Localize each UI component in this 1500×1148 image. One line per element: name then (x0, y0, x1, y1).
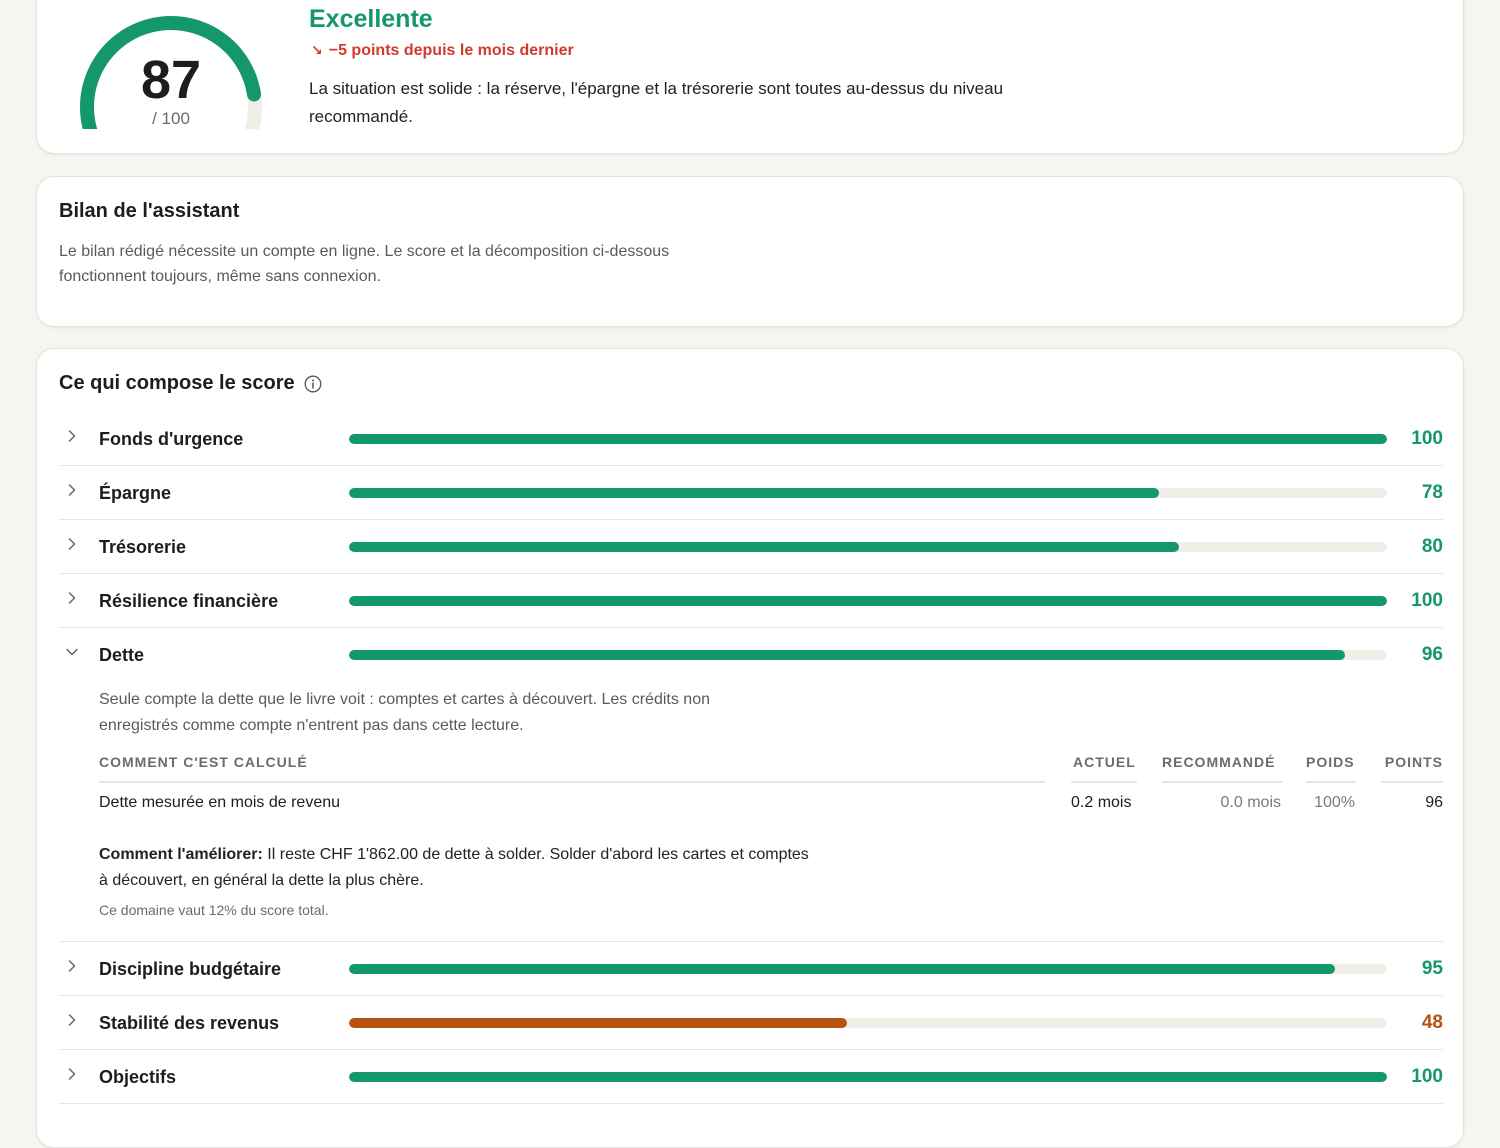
detail-metric: Dette mesurée en mois de revenu (99, 794, 341, 811)
header-underline (1162, 781, 1282, 783)
breakdown-row-resilience-financiere[interactable]: Résilience financière 100 (59, 574, 1443, 628)
header-weight: POIDS (1306, 754, 1355, 770)
detail-points: 96 (1425, 794, 1443, 811)
progress-track (349, 596, 1387, 606)
score-card: 87 / 100 Excellente ↘ −5 points depuis le… (36, 0, 1464, 154)
header-underline (1306, 781, 1356, 783)
chevron-right-icon[interactable] (65, 591, 79, 605)
score-trend: ↘ −5 points depuis le mois dernier (311, 42, 574, 59)
breakdown-row-stabilite-des-revenus[interactable]: Stabilité des revenus 48 (59, 996, 1443, 1050)
chevron-right-icon[interactable] (65, 1013, 79, 1027)
detail-weight: 100% (1314, 794, 1355, 811)
row-label: Trésorerie (99, 537, 187, 557)
progress-fill (349, 488, 1159, 498)
weight-note: Ce domaine vaut 12% du score total. (99, 902, 329, 918)
divider (59, 1103, 1443, 1104)
breakdown-row-objectifs[interactable]: Objectifs 100 (59, 1050, 1443, 1104)
chevron-down-icon[interactable] (65, 645, 79, 659)
header-recommended: RECOMMANDÉ (1162, 754, 1276, 770)
breakdown-row-tresorerie[interactable]: Trésorerie 80 (59, 520, 1443, 574)
breakdown-row-discipline-budgetaire[interactable]: Discipline budgétaire 95 (59, 942, 1443, 996)
header-current: ACTUEL (1073, 754, 1136, 770)
row-label: Fonds d'urgence (99, 429, 244, 449)
row-score: 96 (1421, 644, 1443, 665)
detail-current: 0.2 mois (1071, 794, 1132, 811)
header-points: POINTS (1384, 754, 1443, 770)
progress-fill (349, 434, 1387, 444)
row-score: 100 (1411, 1066, 1443, 1087)
progress-track (349, 650, 1387, 660)
improve-tip: Comment l'améliorer: Il reste CHF 1'862.… (99, 846, 809, 889)
row-score: 95 (1421, 958, 1443, 979)
detail-description: Seule compte la dette que le livre voit … (99, 691, 710, 734)
header-underline (1381, 781, 1443, 783)
progress-fill (349, 1018, 848, 1028)
breakdown-row-fonds-d-urgence[interactable]: Fonds d'urgence 100 (59, 412, 1443, 466)
progress-fill (349, 596, 1387, 606)
progress-track (349, 964, 1387, 974)
breakdown-row-epargne[interactable]: Épargne 78 (59, 466, 1443, 520)
row-label: Épargne (99, 483, 172, 503)
row-label: Discipline budgétaire (99, 959, 282, 979)
divider (59, 941, 1443, 942)
chevron-right-icon[interactable] (65, 537, 79, 551)
row-label: Résilience financière (99, 591, 279, 611)
row-score: 100 (1411, 590, 1443, 611)
assistant-title: Bilan de l'assistant (59, 200, 240, 222)
chevron-right-icon[interactable] (65, 1067, 79, 1081)
debt-detail-panel: Seule compte la dette que le livre voit … (59, 681, 1443, 942)
score-rating: Excellente (309, 5, 433, 33)
progress-track (349, 542, 1387, 552)
progress-fill (349, 650, 1346, 660)
progress-track (349, 1018, 1387, 1028)
header-underline (99, 781, 1045, 783)
score-value: 87 (140, 50, 202, 110)
chevron-right-icon[interactable] (65, 483, 79, 497)
progress-track (349, 488, 1387, 498)
progress-track (349, 434, 1387, 444)
breakdown-row-dette[interactable]: Dette 96 (59, 628, 1443, 682)
header-calc: COMMENT C'EST CALCULÉ (99, 754, 308, 770)
row-label: Stabilité des revenus (99, 1013, 280, 1033)
row-label: Objectifs (99, 1067, 177, 1087)
arrow-down-right-icon: ↘ (311, 42, 323, 58)
assistant-text: Le bilan rédigé nécessite un compte en l… (59, 243, 670, 285)
row-score: 78 (1421, 482, 1443, 503)
breakdown-title: Ce qui compose le score (59, 372, 322, 395)
header-underline (1071, 781, 1137, 783)
row-score: 100 (1411, 428, 1443, 449)
row-score: 48 (1421, 1012, 1443, 1033)
assistant-card: Bilan de l'assistant Le bilan rédigé néc… (36, 176, 1464, 327)
row-label: Dette (99, 645, 145, 665)
progress-fill (349, 542, 1180, 552)
progress-fill (349, 964, 1336, 974)
breakdown-card: Ce qui compose le score Fonds d'urgence 1… (36, 348, 1464, 1148)
row-score: 80 (1421, 536, 1443, 557)
chevron-right-icon[interactable] (65, 429, 79, 443)
info-icon[interactable] (304, 375, 322, 393)
progress-track (349, 1072, 1387, 1082)
score-max: / 100 (152, 109, 190, 128)
detail-recommended: 0.0 mois (1220, 794, 1281, 811)
score-summary: La situation est solide : la réserve, l'… (309, 79, 1004, 126)
progress-fill (349, 1072, 1387, 1082)
chevron-right-icon[interactable] (65, 959, 79, 973)
